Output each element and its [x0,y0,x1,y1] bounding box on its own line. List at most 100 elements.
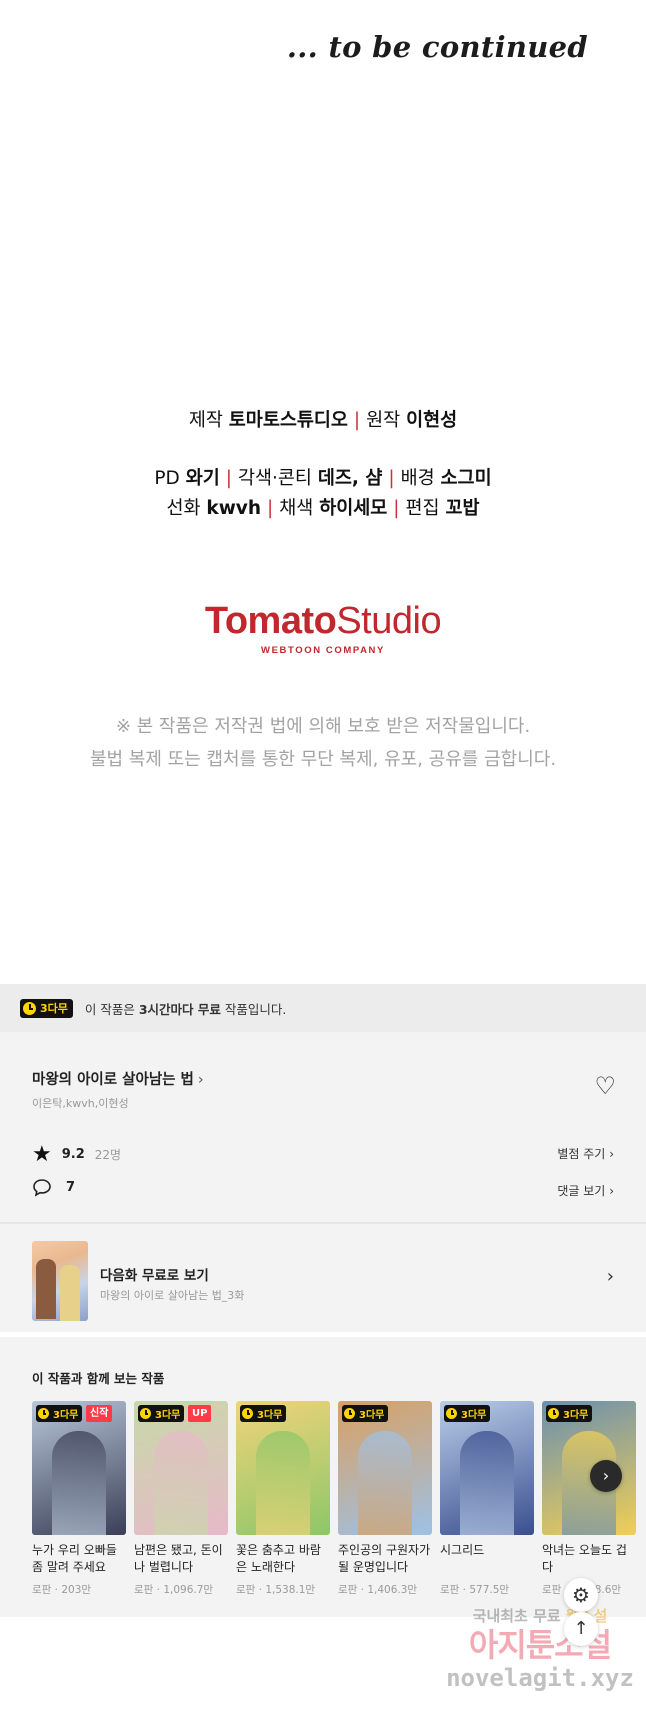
watermark-text: 국내최초 무료 [472,1607,561,1625]
to-be-continued-text: ... to be continued [286,30,588,64]
heart-icon[interactable]: ♡ [594,1074,616,1098]
arrow-up-icon: ↑ [573,1618,589,1639]
comment-button[interactable]: 댓글 보기 › [557,1182,614,1199]
cover-figure [52,1431,106,1535]
separator: | [225,468,232,489]
free-text-bold: 3시간마다 무료 [138,1001,221,1017]
scroll-to-top-button[interactable]: ↑ [564,1612,598,1646]
recommendation-cover: 3다무 [338,1401,432,1535]
chevron-right-icon: › [197,1072,204,1088]
recommendation-title: 남편은 됐고, 돈이나 벌렵니다 [134,1543,223,1574]
tomato-studio-logo: TomatoStudio WEBTOON COMPANY [0,600,646,656]
logo-word-2: Studio [336,600,442,642]
recommendation-item[interactable]: 3다무 꽃은 춤추고 바람은 노래한다 로판 · 1,538.1만 [236,1401,330,1597]
free-text-post: 작품입니다. [220,1001,287,1017]
cover-figure [358,1431,412,1535]
lineart-value: kwvh [206,498,262,519]
work-title: 마왕의 아이로 살아남는 법 [32,1072,194,1088]
clock-icon [140,1408,151,1419]
recommendation-item[interactable]: 3다무 악녀는 오늘도 겁다 로판 · 1,078.6만 [542,1401,636,1597]
comment-button-label: 댓글 보기 [557,1184,606,1198]
comment-count: 7 [66,1180,76,1195]
up-tag: UP [188,1405,212,1422]
free-badge: 3다무 [546,1405,593,1422]
clock-icon [548,1408,559,1419]
free-badge: 3다무 [240,1405,287,1422]
clock-icon [242,1408,253,1419]
background-label: 배경 [400,468,435,489]
free-badge: 3다무 [444,1405,491,1422]
free-badge: 3다무 [138,1405,185,1422]
credits-line-2: PD 와기 | 각색·콘티 데즈, 샴 | 배경 소그미 [0,464,646,494]
cover-figure [460,1431,514,1535]
gear-icon: ⚙ [572,1583,590,1607]
free-badge: 3다무 [20,998,73,1018]
star-icon: ★ [32,1142,52,1167]
cover-figure [154,1431,208,1535]
separator: | [267,498,274,519]
free-badge-label: 3다무 [40,1002,68,1015]
carousel-next-button[interactable]: › [590,1460,622,1492]
credits: 제작 토마토스튜디오 | 원작 이현성 PD 와기 | 각색·콘티 데즈, 샴 | 배경 소… [0,406,646,524]
color-label: 채색 [279,498,314,519]
credits-line-1: 제작 토마토스튜디오 | 원작 이현성 [0,406,646,436]
clock-icon [38,1408,49,1419]
free-badge-label: 3다무 [53,1410,79,1421]
production-value: 토마토스튜디오 [228,410,348,431]
watermark-line-3: novelagit.xyz [446,1664,634,1692]
recommendation-cover: 3다무 [236,1401,330,1535]
copyright-notice: ※ 본 작품은 저작권 법에 의해 보호 받은 저작물입니다. 불법 복제 또는… [0,710,646,776]
work-info-panel: 마왕의 아이로 살아남는 법 › 이은탁,kwvh,이현성 ♡ ★ 9.2 22명… [0,1032,646,1222]
comments: 7 [32,1178,75,1197]
recommendation-title: 시그리드 [440,1543,485,1557]
rating: ★ 9.2 22명 [32,1142,121,1167]
next-episode-subtitle: 마왕의 아이로 살아남는 법_3화 [100,1289,245,1302]
separator: | [353,410,361,431]
recommendation-item[interactable]: 3다무 시그리드 로판 · 577.5만 [440,1401,534,1597]
script-value: 데즈, 샴 [317,468,383,489]
recommendation-item[interactable]: 3다무 신작 누가 우리 오빠들 좀 말려 주세요 로판 · 203만 [32,1401,126,1597]
recommendation-meta: 로판 · 203만 [32,1584,92,1596]
logo-wordmark: TomatoStudio [0,600,646,643]
comment-icon [33,1179,51,1197]
color-value: 하이세모 [319,498,388,519]
recommendation-title: 악녀는 오늘도 겁다 [542,1543,627,1574]
work-title-link[interactable]: 마왕의 아이로 살아남는 법 › [32,1068,204,1089]
recommendation-meta: 로판 · 1,538.1만 [236,1584,316,1596]
next-episode-card[interactable]: 다음화 무료로 보기 마왕의 아이로 살아남는 법_3화 › [0,1222,646,1332]
recommendations: 이 작품과 함께 보는 작품 3다무 신작 누가 우리 오빠들 좀 말려 주세요 … [0,1337,646,1617]
recommendations-heading: 이 작품과 함께 보는 작품 [32,1371,165,1386]
recommendation-item[interactable]: 3다무 UP 남편은 됐고, 돈이나 벌렵니다 로판 · 1,096.7만 [134,1401,228,1597]
original-label: 원작 [366,410,401,431]
free-text-pre: 이 작품은 [84,1001,139,1017]
pd-label: PD [154,468,180,489]
recommendation-cover: 3다무 [542,1401,636,1535]
free-badge-label: 3다무 [257,1410,283,1421]
work-authors: 이은탁,kwvh,이현성 [32,1097,129,1110]
recommendation-cover: 3다무 UP [134,1401,228,1535]
editor-value: 꼬밥 [445,498,480,519]
rate-button[interactable]: 별점 주기 › [557,1145,614,1162]
recommendation-cover: 3다무 [440,1401,534,1535]
free-info-bar: 3다무 이 작품은 3시간마다 무료 작품입니다. [0,984,646,1032]
thumbnail-figure [60,1265,80,1321]
recommendation-item[interactable]: 3다무 주인공의 구원자가 될 운명입니다 로판 · 1,406.3만 [338,1401,432,1597]
pd-value: 와기 [185,468,220,489]
recommendation-meta: 로판 · 577.5만 [440,1584,510,1596]
settings-button[interactable]: ⚙ [564,1578,598,1612]
chevron-right-icon: › [609,1147,614,1161]
thumbnail-figure [36,1259,56,1319]
recommendation-title: 꽃은 춤추고 바람은 노래한다 [236,1543,321,1574]
notice-line-2: 불법 복제 또는 캡처를 통한 무단 복제, 유포, 공유를 금합니다. [89,749,557,770]
recommendation-meta: 로판 · 1,406.3만 [338,1584,418,1596]
free-badge-label: 3다무 [563,1410,589,1421]
free-info-text: 이 작품은 3시간마다 무료 작품입니다. [85,999,286,1018]
chevron-right-icon: › [609,1184,614,1198]
recommendation-title: 누가 우리 오빠들 좀 말려 주세요 [32,1543,117,1574]
free-badge-label: 3다무 [155,1410,181,1421]
recommendation-title: 주인공의 구원자가 될 운명입니다 [338,1543,431,1574]
watermark-line-1: 국내최초 무료 웹소설 [440,1605,640,1626]
lineart-label: 선화 [166,498,201,519]
recommendation-cover: 3다무 신작 [32,1401,126,1535]
free-badge-label: 3다무 [461,1410,487,1421]
